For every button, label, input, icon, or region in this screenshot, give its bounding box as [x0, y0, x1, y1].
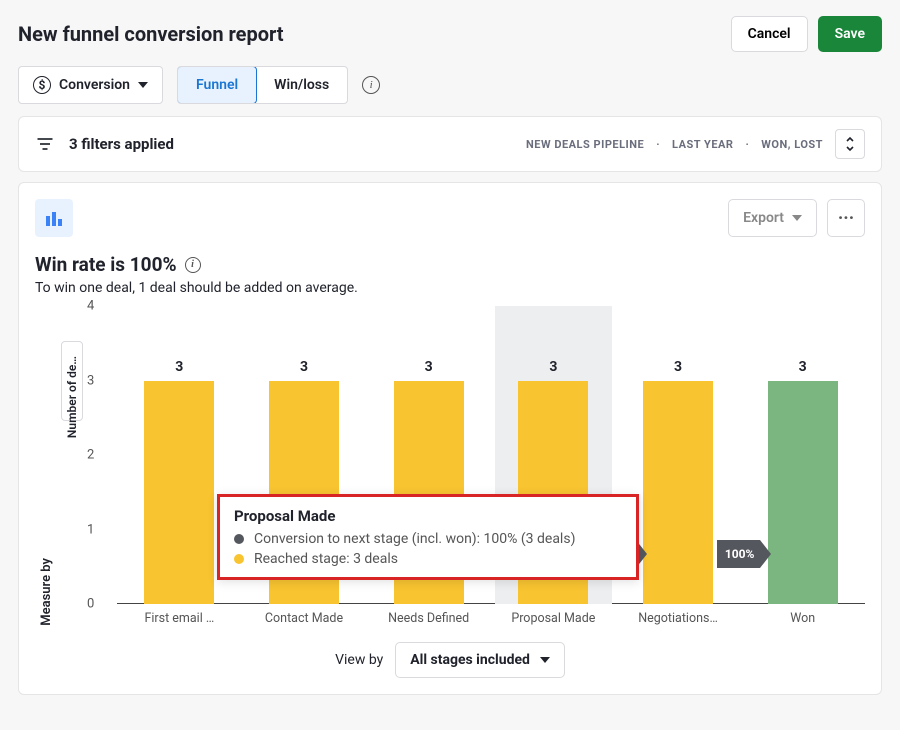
tab-winloss[interactable]: Win/loss	[256, 67, 347, 103]
chevron-down-icon	[792, 215, 802, 221]
info-icon[interactable]: i	[185, 257, 201, 273]
sort-icon	[844, 136, 856, 152]
filter-icon	[35, 134, 55, 154]
metric-dropdown[interactable]: $ Conversion	[18, 66, 163, 104]
filter-chip: NEW DEALS PIPELINE	[526, 138, 644, 151]
conversion-arrow: 100%	[717, 540, 761, 568]
chart-tooltip: Proposal Made Conversion to next stage (…	[217, 494, 639, 580]
bar-value-label: 3	[643, 359, 713, 375]
dot-icon	[234, 534, 244, 544]
ellipsis-icon: ···	[838, 208, 854, 229]
chevron-down-icon	[138, 82, 148, 88]
tab-funnel[interactable]: Funnel	[177, 66, 257, 104]
filter-chip: LAST YEAR	[672, 138, 733, 151]
filter-chip: WON, LOST	[761, 138, 823, 151]
bar: 3	[144, 381, 214, 605]
viewby-dropdown[interactable]: All stages included	[395, 642, 565, 678]
viewby-label: View by	[335, 652, 383, 668]
bar: 3	[643, 381, 713, 605]
x-category-label: Needs Defined	[366, 611, 491, 626]
chart-card: Export ··· Win rate is 100% i To win one…	[18, 182, 882, 695]
metric-dropdown-label: Conversion	[59, 77, 130, 93]
viewby-value: All stages included	[410, 652, 530, 668]
more-menu-button[interactable]: ···	[827, 199, 865, 237]
winrate-subtitle: To win one deal, 1 deal should be added …	[35, 280, 865, 296]
y-tick: 2	[87, 448, 94, 463]
chevron-down-icon	[540, 657, 550, 663]
export-dropdown[interactable]: Export	[728, 199, 817, 237]
bar-value-label: 3	[144, 359, 214, 375]
x-category-label: Contact Made	[242, 611, 367, 626]
y-tick: 1	[87, 522, 94, 537]
filters-applied-label: 3 filters applied	[69, 135, 174, 153]
x-category-label: Won	[740, 611, 865, 626]
info-icon[interactable]: i	[362, 76, 380, 94]
bar-chart-icon[interactable]	[35, 199, 73, 237]
y-tick: 0	[87, 597, 94, 612]
filter-bar[interactable]: 3 filters applied NEW DEALS PIPELINE· LA…	[18, 116, 882, 172]
funnel-chart: 3333100%3100%3 First email …Contact Made…	[87, 306, 865, 626]
tooltip-line: Conversion to next stage (incl. won): 10…	[254, 531, 575, 547]
bar: 3	[768, 381, 838, 605]
x-category-label: First email …	[117, 611, 242, 626]
save-button[interactable]: Save	[818, 16, 882, 52]
export-label: Export	[743, 210, 784, 226]
measure-by-label: Measure by	[39, 558, 54, 626]
x-category-label: Negotiations…	[616, 611, 741, 626]
y-tick: 4	[87, 299, 94, 314]
dot-icon	[234, 554, 244, 564]
bar-value-label: 3	[394, 359, 464, 375]
y-tick: 3	[87, 373, 94, 388]
bar-value-label: 3	[269, 359, 339, 375]
bar-value-label: 3	[518, 359, 588, 375]
winrate-heading: Win rate is 100% i	[35, 253, 865, 276]
yaxis-expand-button[interactable]: Number of de…	[61, 341, 83, 421]
yaxis-label: Number of de…	[65, 356, 79, 438]
tooltip-title: Proposal Made	[234, 507, 622, 525]
tooltip-line: Reached stage: 3 deals	[254, 551, 398, 567]
tab-group: Funnel Win/loss	[177, 66, 348, 104]
x-category-label: Proposal Made	[491, 611, 616, 626]
bar-value-label: 3	[768, 359, 838, 375]
dollar-icon: $	[33, 76, 51, 94]
cancel-button[interactable]: Cancel	[731, 16, 808, 52]
expand-filters-button[interactable]	[835, 129, 865, 159]
page-title: New funnel conversion report	[18, 22, 284, 46]
